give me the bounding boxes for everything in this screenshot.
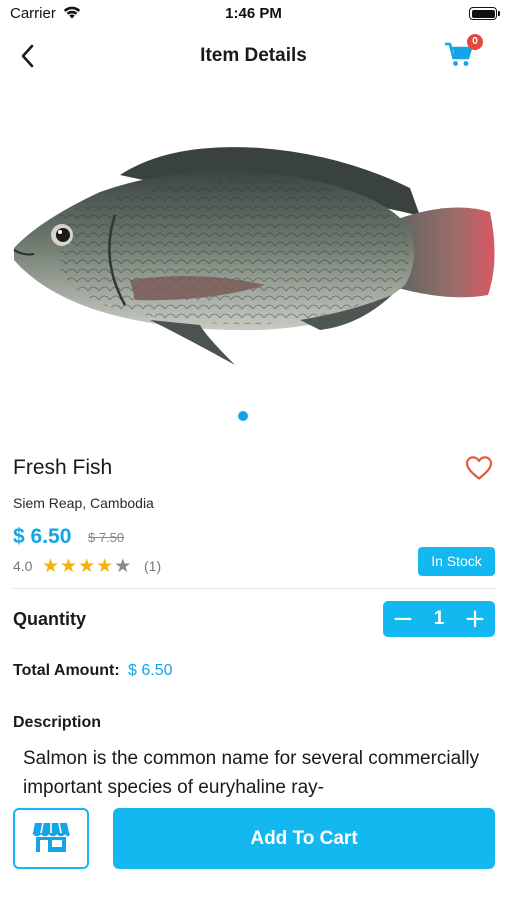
heart-icon — [465, 456, 493, 484]
store-icon — [31, 822, 71, 857]
cart-icon — [444, 42, 475, 71]
star-icon: ★ — [60, 556, 79, 577]
cart-count-badge: 0 — [467, 34, 483, 50]
star-empty-icon: ★ — [114, 556, 133, 577]
product-price: $ 6.50 — [13, 525, 72, 548]
product-name: Fresh Fish — [13, 456, 113, 479]
rating-value: 4.0 — [13, 558, 33, 574]
review-count: (1) — [144, 558, 162, 574]
star-icon: ★ — [42, 556, 61, 577]
product-image-carousel[interactable] — [0, 120, 507, 390]
status-bar: Carrier 1:46 PM — [0, 0, 507, 30]
description-text: Salmon is the common name for several co… — [23, 748, 480, 798]
product-location: Siem Reap, Cambodia — [13, 495, 154, 511]
total-amount-value: $ 6.50 — [128, 662, 173, 679]
decrement-button[interactable]: − — [383, 601, 423, 637]
favorite-button[interactable] — [465, 455, 493, 481]
total-amount-label: Total Amount: — [13, 662, 120, 679]
add-to-cart-button[interactable]: Add To Cart — [113, 808, 495, 869]
divider — [13, 588, 495, 589]
quantity-label: Quantity — [13, 609, 87, 629]
increment-button[interactable]: + — [455, 601, 495, 637]
quantity-value: 1 — [433, 608, 445, 629]
store-button[interactable] — [13, 808, 89, 869]
rating-stars: ★★★★★ — [42, 555, 132, 578]
star-icon: ★ — [96, 556, 115, 577]
star-icon: ★ — [78, 556, 97, 577]
battery-icon — [469, 7, 500, 20]
carousel-page-indicator[interactable] — [238, 411, 248, 421]
page-title: Item Details — [200, 45, 307, 66]
nav-bar: Item Details 0 — [0, 30, 507, 82]
product-old-price: $ 7.50 — [88, 530, 125, 545]
quantity-stepper: − 1 + — [383, 601, 495, 637]
fish-photo — [13, 147, 495, 365]
status-time: 1:46 PM — [225, 5, 282, 22]
stock-status-badge: In Stock — [418, 547, 495, 576]
description-title: Description — [13, 714, 102, 731]
